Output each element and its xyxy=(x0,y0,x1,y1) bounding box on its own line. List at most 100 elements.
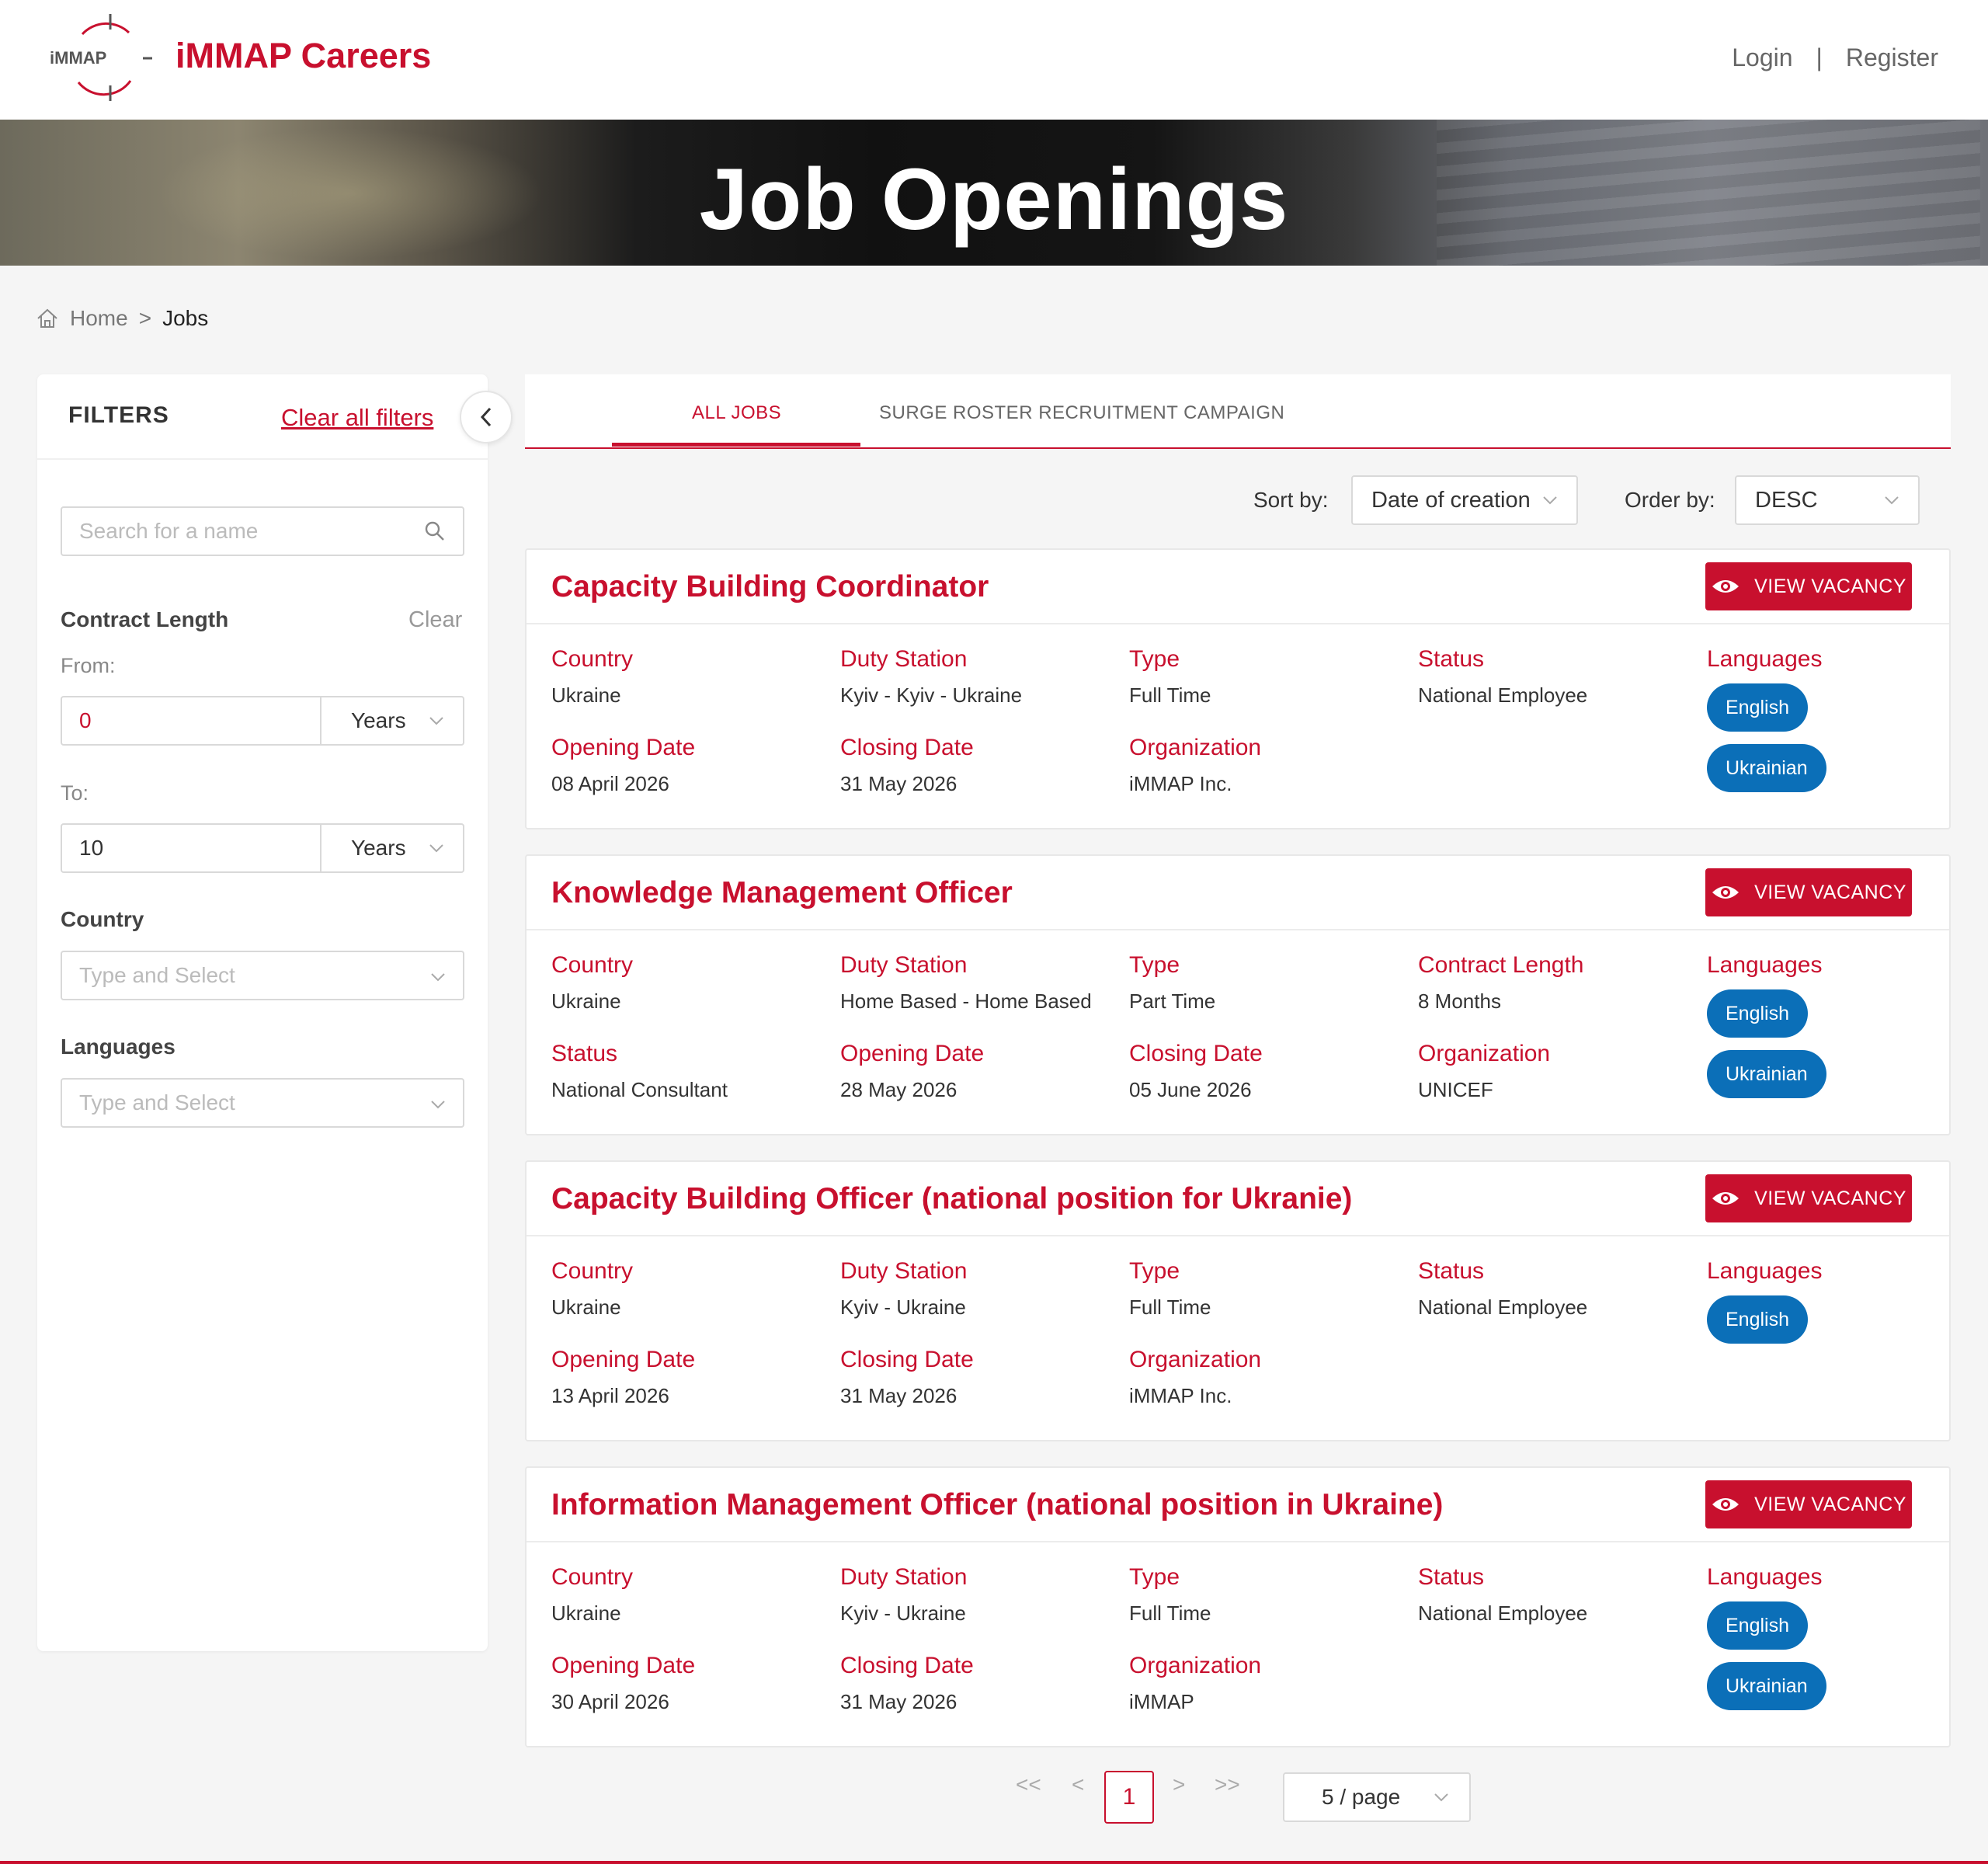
page-size-select[interactable]: 5 / page xyxy=(1283,1772,1471,1822)
language-pill: English xyxy=(1707,1295,1808,1344)
field-label: Status xyxy=(1418,1564,1485,1590)
pager-prev[interactable]: < xyxy=(1072,1772,1084,1797)
to-label: To: xyxy=(61,781,89,805)
field-value: Full Time xyxy=(1129,1601,1211,1625)
job-field: Duty Station Kyiv - Kyiv - Ukraine xyxy=(840,646,1022,708)
job-field: Contract Length 8 Months xyxy=(1418,952,1583,1014)
search-input[interactable]: Search for a name xyxy=(61,506,464,556)
home-icon[interactable] xyxy=(36,308,59,329)
field-value: 28 May 2026 xyxy=(840,1078,958,1101)
field-value: National Employee xyxy=(1418,1295,1588,1319)
from-value-input[interactable]: 0 xyxy=(62,697,321,744)
languages-select[interactable]: Type and Select xyxy=(61,1078,464,1128)
breadcrumb-current: Jobs xyxy=(162,306,209,330)
field-label: Opening Date xyxy=(551,735,696,760)
field-value: 30 April 2026 xyxy=(551,1690,669,1713)
job-title[interactable]: Knowledge Management Officer xyxy=(551,876,1013,910)
chevron-down-icon xyxy=(431,973,445,982)
job-title[interactable]: Capacity Building Coordinator xyxy=(551,570,989,604)
job-card: Capacity Building Officer (national posi… xyxy=(525,1160,1951,1441)
auth-links: Login | Register xyxy=(1732,43,1938,72)
field-value: iMMAP Inc. xyxy=(1129,772,1232,795)
job-field: Status National Employee xyxy=(1418,1258,1587,1320)
immap-logo[interactable]: iMMAP xyxy=(43,11,160,104)
language-pill: Ukrainian xyxy=(1707,744,1826,792)
tab-all-jobs[interactable]: ALL JOBS xyxy=(692,402,781,424)
languages-heading: Languages xyxy=(1707,1564,1823,1590)
field-label: Type xyxy=(1129,646,1180,672)
languages-heading: Languages xyxy=(1707,1258,1823,1284)
to-value-input[interactable]: 10 xyxy=(62,825,321,871)
field-label: Closing Date xyxy=(840,735,974,760)
job-title[interactable]: Information Management Officer (national… xyxy=(551,1488,1443,1522)
active-tab-indicator xyxy=(612,443,860,447)
contract-length-clear[interactable]: Clear xyxy=(408,607,462,633)
job-field: Opening Date 28 May 2026 xyxy=(840,1041,984,1102)
filters-panel: FILTERS Clear all filters Search for a n… xyxy=(37,374,488,1651)
view-vacancy-label: VIEW VACANCY xyxy=(1754,575,1906,597)
country-label: Country xyxy=(61,907,144,931)
breadcrumb-separator: > xyxy=(138,306,152,330)
search-placeholder: Search for a name xyxy=(79,519,259,543)
view-vacancy-button[interactable]: VIEW VACANCY xyxy=(1705,562,1912,610)
job-field: Duty Station Kyiv - Ukraine xyxy=(840,1564,967,1626)
pager-first[interactable]: << xyxy=(1016,1772,1041,1797)
field-value: Part Time xyxy=(1129,989,1216,1013)
field-value: National Consultant xyxy=(551,1078,728,1101)
field-label: Closing Date xyxy=(840,1347,974,1372)
job-field: Country Ukraine xyxy=(551,952,633,1014)
view-vacancy-label: VIEW VACANCY xyxy=(1754,1493,1906,1515)
job-field: Country Ukraine xyxy=(551,646,633,708)
chevron-down-icon xyxy=(1434,1793,1448,1802)
order-by-select[interactable]: DESC xyxy=(1735,475,1920,525)
from-unit-select[interactable]: Years xyxy=(321,697,463,744)
job-card: Capacity Building Coordinator VIEW VACAN… xyxy=(525,548,1951,829)
country-select[interactable]: Type and Select xyxy=(61,951,464,1000)
job-field: Duty Station Kyiv - Ukraine xyxy=(840,1258,967,1320)
sort-by-value: Date of creation xyxy=(1371,487,1531,513)
field-label: Country xyxy=(551,1564,634,1590)
field-label: Duty Station xyxy=(840,1564,968,1590)
job-field: Status National Consultant xyxy=(551,1041,728,1102)
breadcrumb: Home > Jobs xyxy=(36,306,208,331)
job-field: Organization UNICEF xyxy=(1418,1041,1550,1102)
breadcrumb-home[interactable]: Home xyxy=(70,306,128,331)
field-value: Full Time xyxy=(1129,683,1211,707)
hero-banner: Job Openings xyxy=(0,120,1988,266)
pager-last[interactable]: >> xyxy=(1215,1772,1240,1797)
clear-all-filters-link[interactable]: Clear all filters xyxy=(281,404,433,432)
filters-title: FILTERS xyxy=(68,402,169,428)
job-title[interactable]: Capacity Building Officer (national posi… xyxy=(551,1182,1352,1216)
field-label: Type xyxy=(1129,1564,1180,1590)
view-vacancy-button[interactable]: VIEW VACANCY xyxy=(1705,1480,1912,1528)
field-label: Type xyxy=(1129,1258,1180,1284)
job-field: Closing Date 31 May 2026 xyxy=(840,1347,974,1408)
to-unit-value: Years xyxy=(351,836,406,860)
job-field: Closing Date 31 May 2026 xyxy=(840,1653,974,1714)
brand-title[interactable]: iMMAP Careers xyxy=(176,36,431,76)
to-unit-select[interactable]: Years xyxy=(321,825,463,871)
view-vacancy-label: VIEW VACANCY xyxy=(1754,1187,1906,1209)
job-field: Opening Date 08 April 2026 xyxy=(551,735,695,796)
chevron-left-icon xyxy=(480,407,492,427)
field-label: Status xyxy=(551,1041,618,1066)
field-value: 13 April 2026 xyxy=(551,1384,669,1407)
field-label: Country xyxy=(551,952,634,978)
register-link[interactable]: Register xyxy=(1846,43,1938,72)
pager-next[interactable]: > xyxy=(1173,1772,1185,1797)
chevron-down-icon xyxy=(431,1101,445,1109)
pager-current-page[interactable]: 1 xyxy=(1104,1771,1154,1824)
collapse-filters-button[interactable] xyxy=(460,391,513,443)
login-link[interactable]: Login xyxy=(1732,43,1792,72)
job-field: Duty Station Home Based - Home Based xyxy=(840,952,1092,1014)
field-label: Opening Date xyxy=(840,1041,985,1066)
field-label: Organization xyxy=(1129,1653,1262,1678)
view-vacancy-button[interactable]: VIEW VACANCY xyxy=(1705,1174,1912,1222)
languages-heading: Languages xyxy=(1707,646,1823,672)
eye-icon xyxy=(1712,1192,1740,1205)
field-value: 31 May 2026 xyxy=(840,772,958,795)
sort-by-select[interactable]: Date of creation xyxy=(1351,475,1578,525)
field-value: 08 April 2026 xyxy=(551,772,669,795)
tab-surge-roster[interactable]: SURGE ROSTER RECRUITMENT CAMPAIGN xyxy=(879,402,1284,424)
view-vacancy-button[interactable]: VIEW VACANCY xyxy=(1705,868,1912,916)
